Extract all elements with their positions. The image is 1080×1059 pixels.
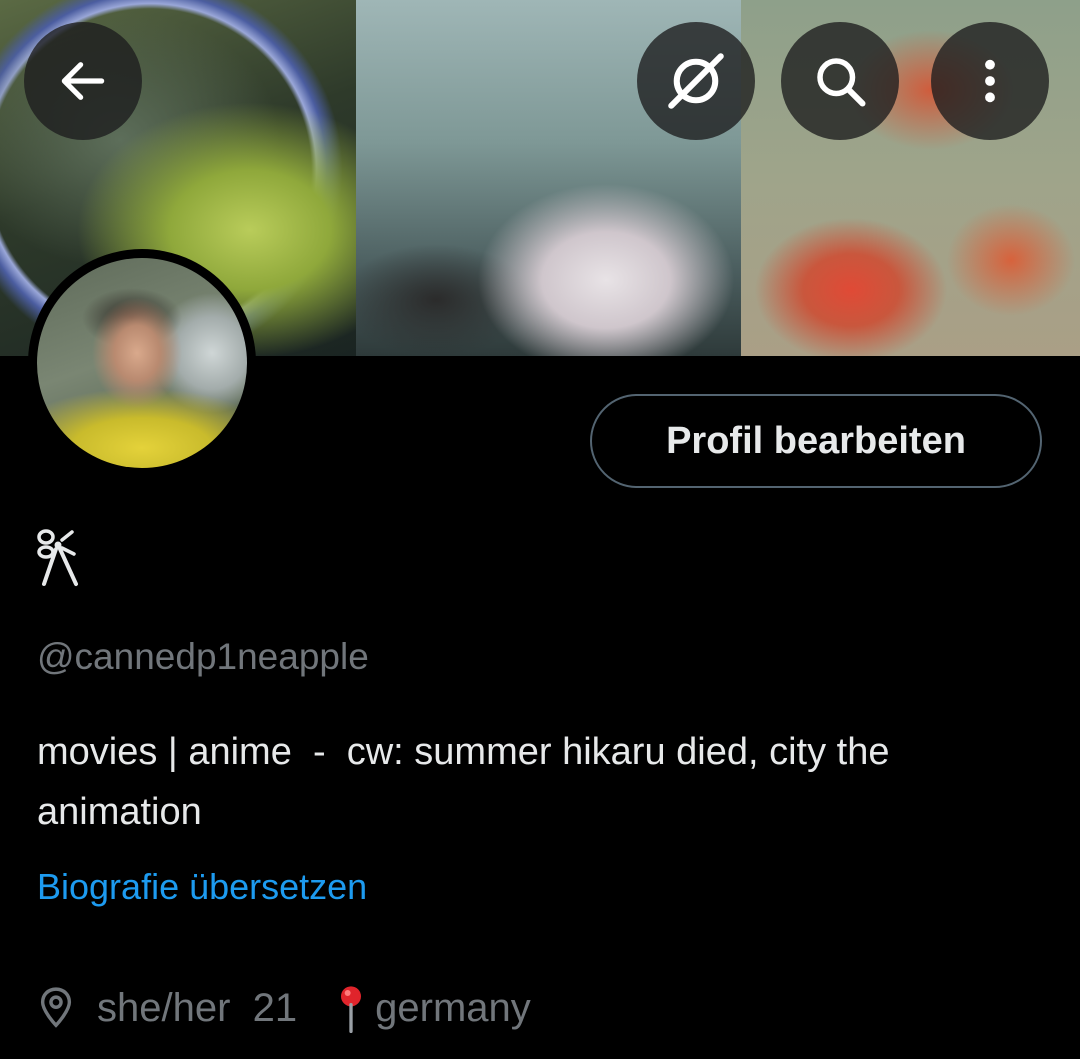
location-place: germany [375,985,531,1030]
profile-handle: @cannedp1neapple [37,636,369,677]
search-icon [817,58,866,107]
display-name [36,522,82,592]
grok-icon [668,53,724,109]
more-options-button[interactable] [931,22,1049,140]
arrow-left-icon [61,62,105,100]
location-pin-icon [37,986,75,1030]
profile-bio: movies | anime - cw: summer hikaru died,… [37,731,901,833]
avatar-image [37,258,247,468]
profile-location: she/her 21 germany [37,978,531,1038]
red-pin-emoji [331,983,371,1033]
back-button[interactable] [24,22,142,140]
edit-profile-button[interactable]: Profil bearbeiten [590,394,1042,488]
translate-bio-link[interactable]: Biografie übersetzen [37,866,367,908]
profile-avatar[interactable] [28,249,256,477]
search-button[interactable] [781,22,899,140]
location-text: she/her 21 [97,985,298,1030]
more-vertical-icon [985,59,995,103]
ribbon-bow-glyph [37,529,78,586]
grok-button[interactable] [637,22,755,140]
